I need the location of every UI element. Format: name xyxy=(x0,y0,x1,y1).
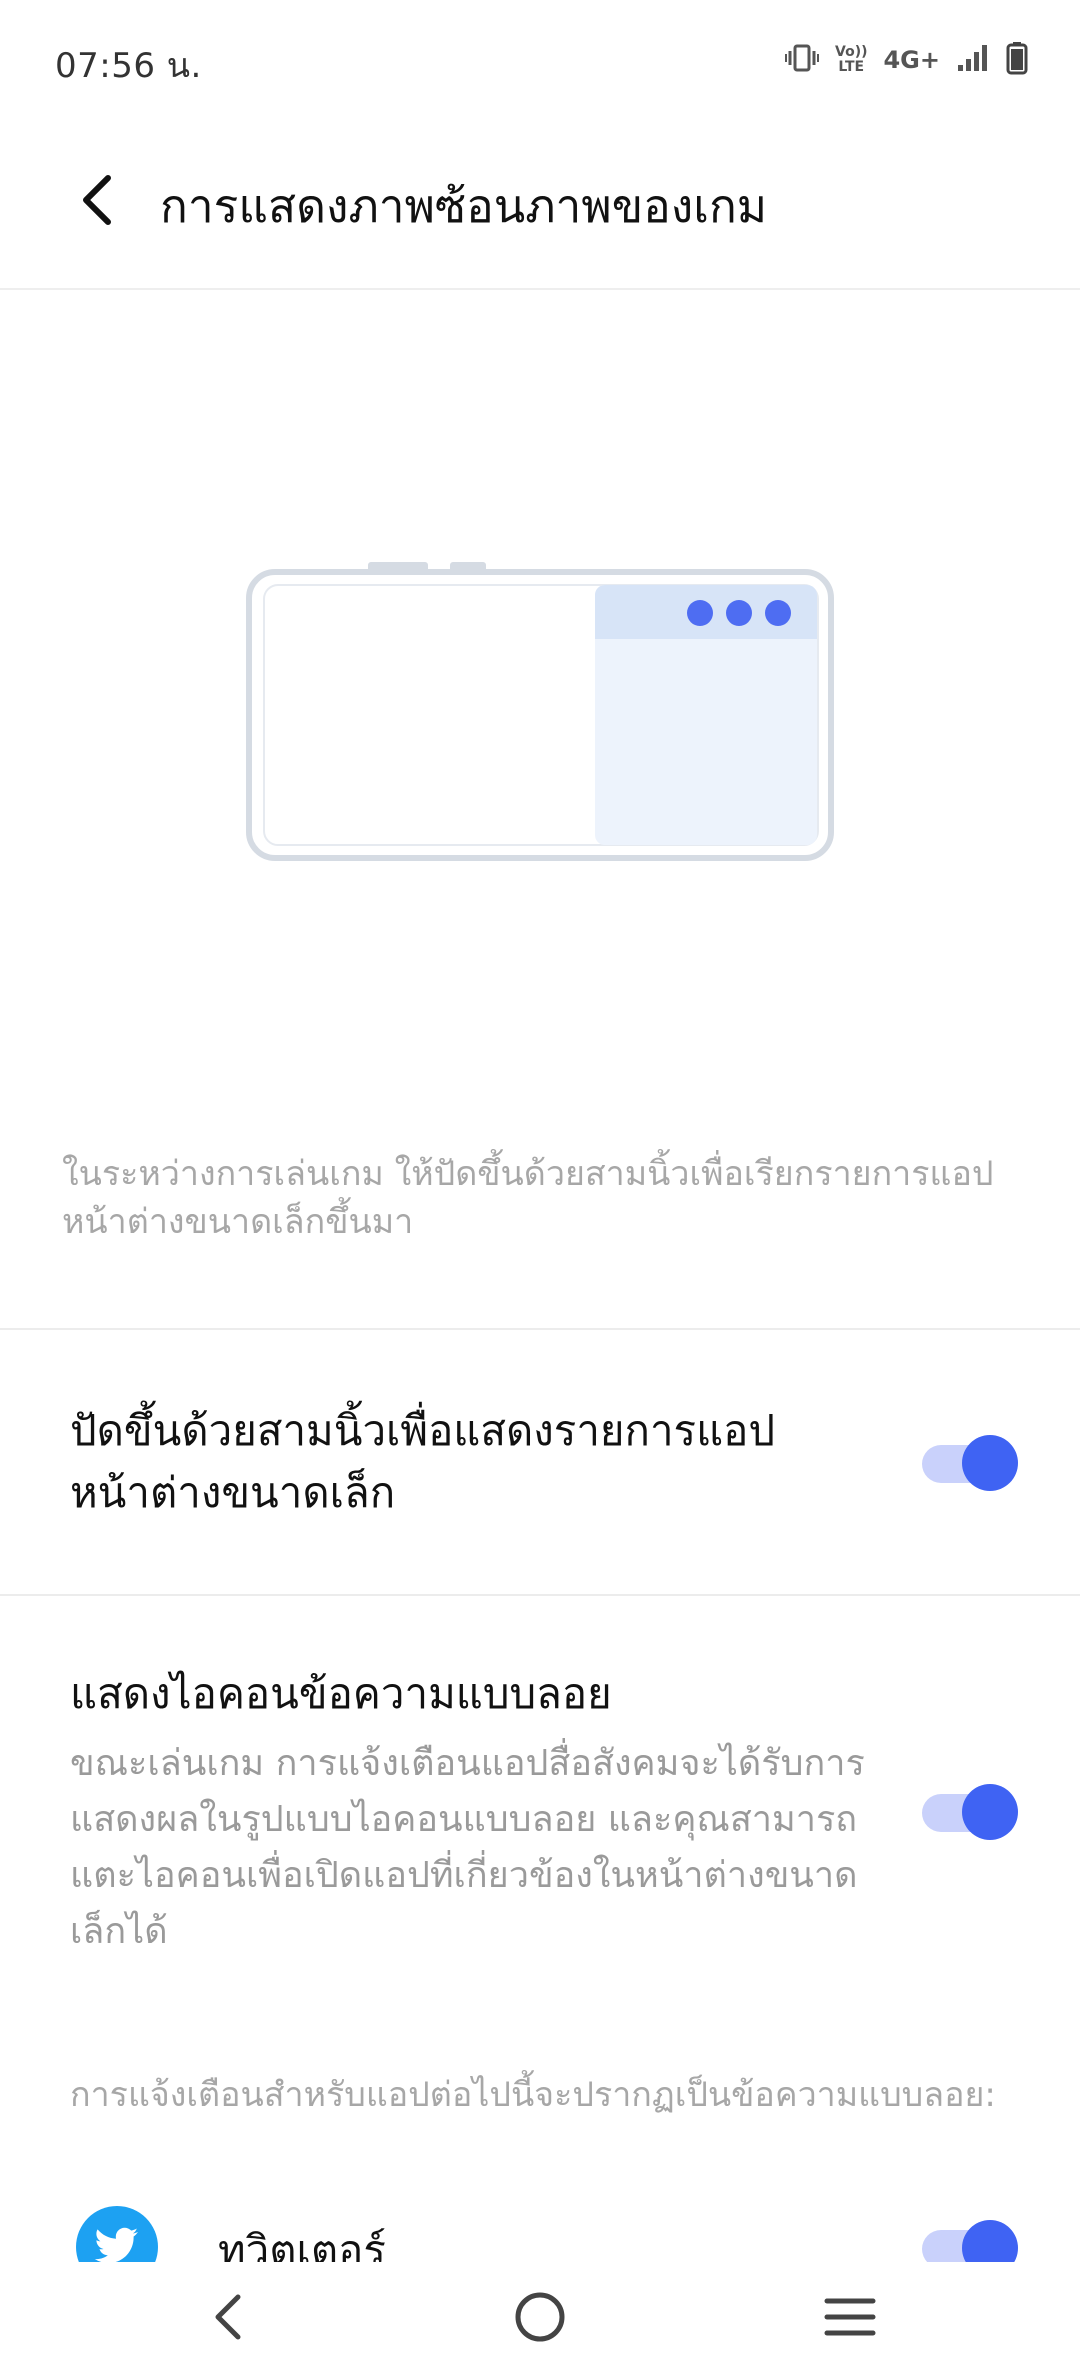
pip-illustration xyxy=(0,292,1080,1092)
floating-icon-toggle[interactable] xyxy=(922,1784,1018,1840)
nav-home-icon xyxy=(515,2292,565,2342)
status-time: 07:56 น. xyxy=(55,46,202,86)
twitter-bird-icon xyxy=(76,2206,158,2262)
nav-menu-icon xyxy=(824,2298,876,2336)
divider xyxy=(0,1328,1080,1330)
setting-title: แสดงไอคอนข้อความแบบลอย xyxy=(70,1669,612,1718)
nav-menu-button[interactable] xyxy=(810,2282,890,2352)
signal-icon xyxy=(956,43,990,77)
twitter-toggle[interactable] xyxy=(922,2220,1018,2262)
divider xyxy=(0,1594,1080,1596)
volte-indicator: Vo)) LTE xyxy=(835,45,867,75)
back-arrow-icon xyxy=(83,175,111,225)
app-list-item[interactable]: ทวิตเตอร์ xyxy=(0,2180,1080,2262)
nav-back-button[interactable] xyxy=(188,2282,268,2352)
battery-icon xyxy=(1006,41,1028,79)
app-header: การแสดงภาพซ้อนภาพของเกม xyxy=(0,120,1080,290)
nav-back-icon xyxy=(215,2294,241,2340)
vibrate-icon xyxy=(785,43,819,77)
three-finger-swipe-toggle[interactable] xyxy=(922,1435,1018,1491)
volte-bottom-text: LTE xyxy=(838,59,865,75)
navigation-bar xyxy=(0,2262,1080,2376)
nav-home-button[interactable] xyxy=(500,2282,580,2352)
setting-title: ปัดขึ้นด้วยสามนิ้วเพื่อแสดงรายการแอปหน้า… xyxy=(70,1406,776,1517)
back-button[interactable] xyxy=(58,160,138,240)
toggle-thumb xyxy=(962,1784,1018,1840)
toggle-thumb xyxy=(962,1435,1018,1491)
volte-top-text: Vo)) xyxy=(835,44,868,60)
app-name: ทวิตเตอร์ xyxy=(218,2226,386,2262)
feature-description: ในระหว่างการเล่นเกม ให้ปัดขึ้นด้วยสามนิ้… xyxy=(62,1154,994,1242)
page-title: การแสดงภาพซ้อนภาพของเกม xyxy=(160,179,768,233)
network-type: 4G+ xyxy=(883,46,940,74)
setting-description: ขณะเล่นเกม การแจ้งเตือนแอปสื่อสังคมจะได้… xyxy=(70,1743,865,1952)
status-bar: 07:56 น. Vo)) LTE 4G+ xyxy=(0,0,1080,120)
status-icons: Vo)) LTE 4G+ xyxy=(785,38,1028,82)
toggle-thumb xyxy=(962,2220,1018,2262)
apps-note: การแจ้งเตือนสำหรับแอปต่อไปนี้จะปรากฏเป็น… xyxy=(70,2075,996,2115)
